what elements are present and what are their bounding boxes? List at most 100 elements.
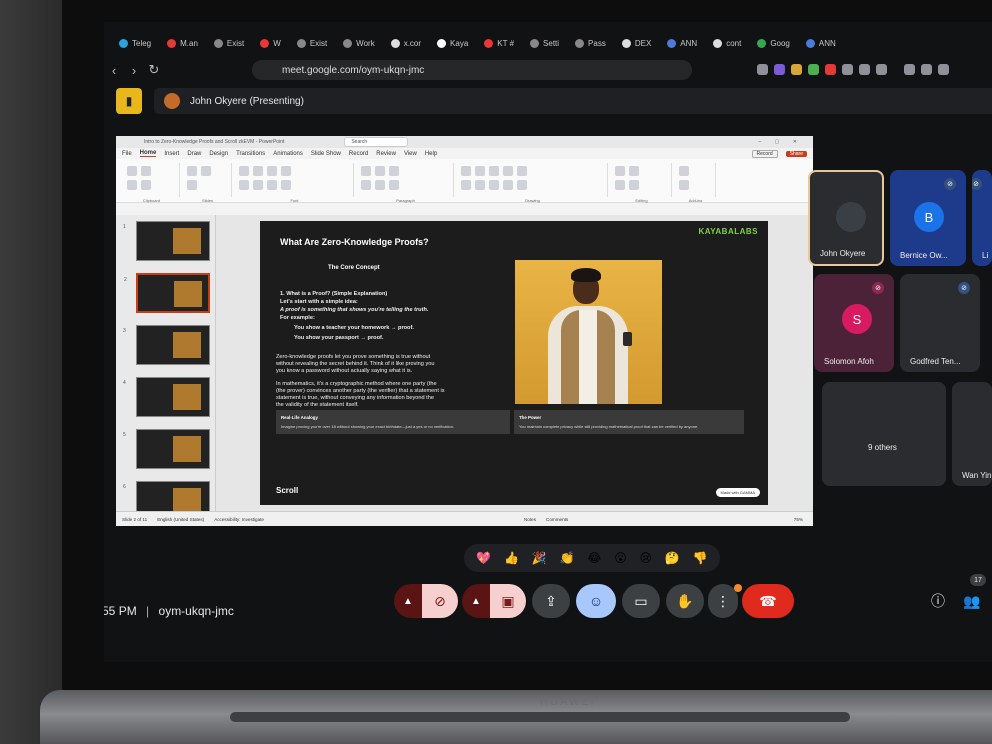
mic-off-icon[interactable]: ⊘ xyxy=(422,584,458,618)
emoji-reactions-icon[interactable]: ☺ xyxy=(576,584,616,618)
ribbon-button-icon[interactable] xyxy=(239,180,249,190)
participant-tile[interactable]: ⊘ Godfred Ten... xyxy=(900,274,980,372)
ribbon-button-icon[interactable] xyxy=(503,180,513,190)
ribbon-button-icon[interactable] xyxy=(489,166,499,176)
extension-icon[interactable] xyxy=(808,64,819,75)
comments-button[interactable]: Comments xyxy=(546,517,568,522)
ribbon-button-icon[interactable] xyxy=(253,180,263,190)
reaction-emoji-icon[interactable]: 😮 xyxy=(614,551,627,565)
sidebar-icon[interactable] xyxy=(921,64,932,75)
meeting-info-icon[interactable]: ⓘ xyxy=(924,584,952,618)
ppt-menu-record[interactable]: Record xyxy=(349,151,368,157)
ribbon-button-icon[interactable] xyxy=(629,166,639,176)
ppt-menu-view[interactable]: View xyxy=(404,151,417,157)
reaction-emoji-icon[interactable]: 👎 xyxy=(693,551,708,565)
browser-tab[interactable]: Setti xyxy=(523,33,566,53)
ribbon-button-icon[interactable] xyxy=(361,180,371,190)
browser-tab[interactable]: Work xyxy=(336,33,382,53)
browser-tab[interactable]: Exist xyxy=(207,33,251,53)
ribbon-button-icon[interactable] xyxy=(201,166,211,176)
address-bar[interactable]: meet.google.com/oym-ukqn-jmc xyxy=(252,60,692,80)
media-icon[interactable] xyxy=(904,64,915,75)
slide-thumbnail[interactable]: 2 xyxy=(124,273,210,313)
ribbon-button-icon[interactable] xyxy=(461,180,471,190)
ribbon-button-icon[interactable] xyxy=(679,166,689,176)
ribbon-button-icon[interactable] xyxy=(141,180,151,190)
ribbon-button-icon[interactable] xyxy=(281,166,291,176)
ribbon-button-icon[interactable] xyxy=(475,166,485,176)
participant-tile[interactable]: 9 others xyxy=(822,382,946,486)
forward-icon[interactable]: › xyxy=(124,63,144,78)
people-icon[interactable]: 👥 xyxy=(958,584,986,618)
ppt-menu-insert[interactable]: Insert xyxy=(164,151,179,157)
participant-tile[interactable]: John Okyere xyxy=(808,170,884,266)
ribbon-button-icon[interactable] xyxy=(281,180,291,190)
reaction-emoji-icon[interactable]: 👏 xyxy=(560,551,575,565)
slide-thumbnail[interactable]: 5 xyxy=(123,429,210,469)
reaction-emoji-icon[interactable]: 💖 xyxy=(476,551,491,565)
ribbon-button-icon[interactable] xyxy=(127,180,137,190)
zoom-level[interactable]: 75% xyxy=(794,517,803,522)
ribbon-button-icon[interactable] xyxy=(375,180,385,190)
extension-icon[interactable] xyxy=(791,64,802,75)
notes-button[interactable]: Notes xyxy=(524,517,536,522)
ribbon-button-icon[interactable] xyxy=(461,166,471,176)
window-controls[interactable]: – ▢ ✕ xyxy=(759,139,803,145)
ribbon-button-icon[interactable] xyxy=(389,180,399,190)
extension-icon[interactable] xyxy=(825,64,836,75)
ribbon-button-icon[interactable] xyxy=(375,166,385,176)
ribbon-button-icon[interactable] xyxy=(517,166,527,176)
ribbon-button-icon[interactable] xyxy=(253,166,263,176)
reaction-emoji-icon[interactable]: 👍 xyxy=(504,551,519,565)
raise-hand-icon[interactable]: ✋ xyxy=(666,584,704,618)
ppt-menu-slide-show[interactable]: Slide Show xyxy=(311,151,341,157)
leave-call-icon[interactable]: ☎ xyxy=(742,584,794,618)
mic-options-chevron-icon[interactable]: ▲ xyxy=(394,584,422,618)
ribbon-button-icon[interactable] xyxy=(517,180,527,190)
status-language[interactable]: English (United States) xyxy=(157,517,204,522)
browser-tab[interactable]: DEX xyxy=(615,33,658,53)
ribbon-button-icon[interactable] xyxy=(267,166,277,176)
participant-tile[interactable]: Wan Yini xyxy=(952,382,992,486)
ribbon-button-icon[interactable] xyxy=(679,180,689,190)
ribbon-button-icon[interactable] xyxy=(615,166,625,176)
extension-icon[interactable] xyxy=(757,64,768,75)
slide-thumbnail[interactable]: 4 xyxy=(123,377,210,417)
ribbon-button-icon[interactable] xyxy=(187,180,197,190)
ribbon-button-icon[interactable] xyxy=(239,166,249,176)
ribbon-button-icon[interactable] xyxy=(629,180,639,190)
browser-tab[interactable]: Kaya xyxy=(430,33,475,53)
ppt-menu-draw[interactable]: Draw xyxy=(187,151,201,157)
captions-icon[interactable]: ▭ xyxy=(622,584,660,618)
ribbon-button-icon[interactable] xyxy=(267,180,277,190)
browser-tab[interactable]: ANN xyxy=(660,33,704,53)
reaction-emoji-icon[interactable]: 🤔 xyxy=(665,551,680,565)
present-screen-icon[interactable]: ⇪ xyxy=(532,584,570,618)
share-button[interactable]: Share xyxy=(785,150,807,157)
reaction-emoji-icon[interactable]: 😢 xyxy=(640,551,653,565)
ribbon-button-icon[interactable] xyxy=(389,166,399,176)
profile-icon[interactable] xyxy=(938,64,949,75)
extension-icon[interactable] xyxy=(859,64,870,75)
browser-tab[interactable]: KT # xyxy=(477,33,521,53)
ribbon-button-icon[interactable] xyxy=(141,166,151,176)
reaction-emoji-icon[interactable]: 😂 xyxy=(587,551,601,565)
ribbon-button-icon[interactable] xyxy=(187,166,197,176)
status-accessibility[interactable]: Accessibility: Investigate xyxy=(214,517,264,522)
extension-icon[interactable] xyxy=(774,64,785,75)
ribbon-button-icon[interactable] xyxy=(127,166,137,176)
extension-icon[interactable] xyxy=(842,64,853,75)
browser-tab[interactable]: Pass xyxy=(568,33,613,53)
reload-icon[interactable]: ↻ xyxy=(144,62,164,78)
ribbon-button-icon[interactable] xyxy=(503,166,513,176)
camera-options-chevron-icon[interactable]: ▲ xyxy=(462,584,490,618)
back-icon[interactable]: ‹ xyxy=(104,63,124,78)
ribbon-button-icon[interactable] xyxy=(615,180,625,190)
browser-tab[interactable]: M.an xyxy=(160,33,205,53)
browser-tab[interactable]: ANN xyxy=(799,33,843,53)
extension-icon[interactable] xyxy=(876,64,887,75)
ribbon-button-icon[interactable] xyxy=(475,180,485,190)
slide-thumbnail[interactable]: 1 xyxy=(123,221,210,261)
browser-tab[interactable]: Teleg xyxy=(112,33,158,53)
browser-tab[interactable]: cont xyxy=(706,33,748,53)
